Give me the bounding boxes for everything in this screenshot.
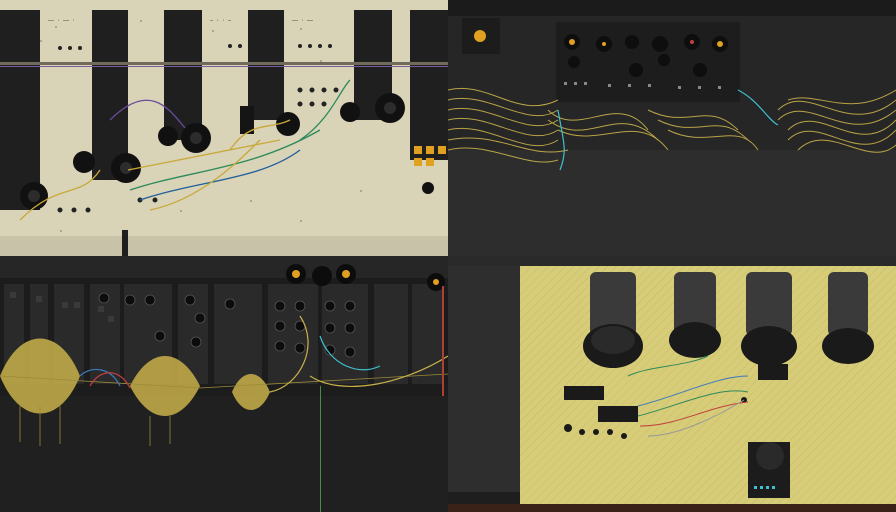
panel-bottom-left [0, 256, 448, 512]
panel-top-right [448, 0, 896, 256]
black-rack-illustration [0, 256, 448, 512]
yellow-rack-illustration [448, 256, 896, 512]
cream-rack-illustration: —— · —— · — · · — —— · —— · · — [0, 0, 448, 256]
panel-bottom-right [448, 256, 896, 512]
svg-text:— · · —: — · · — [210, 18, 232, 24]
panel-top-left: —— · —— · — · · — —— · —— · · — [0, 0, 448, 256]
dark-rack-illustration [448, 0, 896, 256]
image-grid: —— · —— · — · · — —— · —— · · — [0, 0, 896, 512]
svg-text:—— · ——: —— · —— [292, 18, 314, 24]
svg-text:—— · —— ·: —— · —— · [48, 18, 75, 24]
svg-text:· · —: · · — [360, 18, 376, 24]
